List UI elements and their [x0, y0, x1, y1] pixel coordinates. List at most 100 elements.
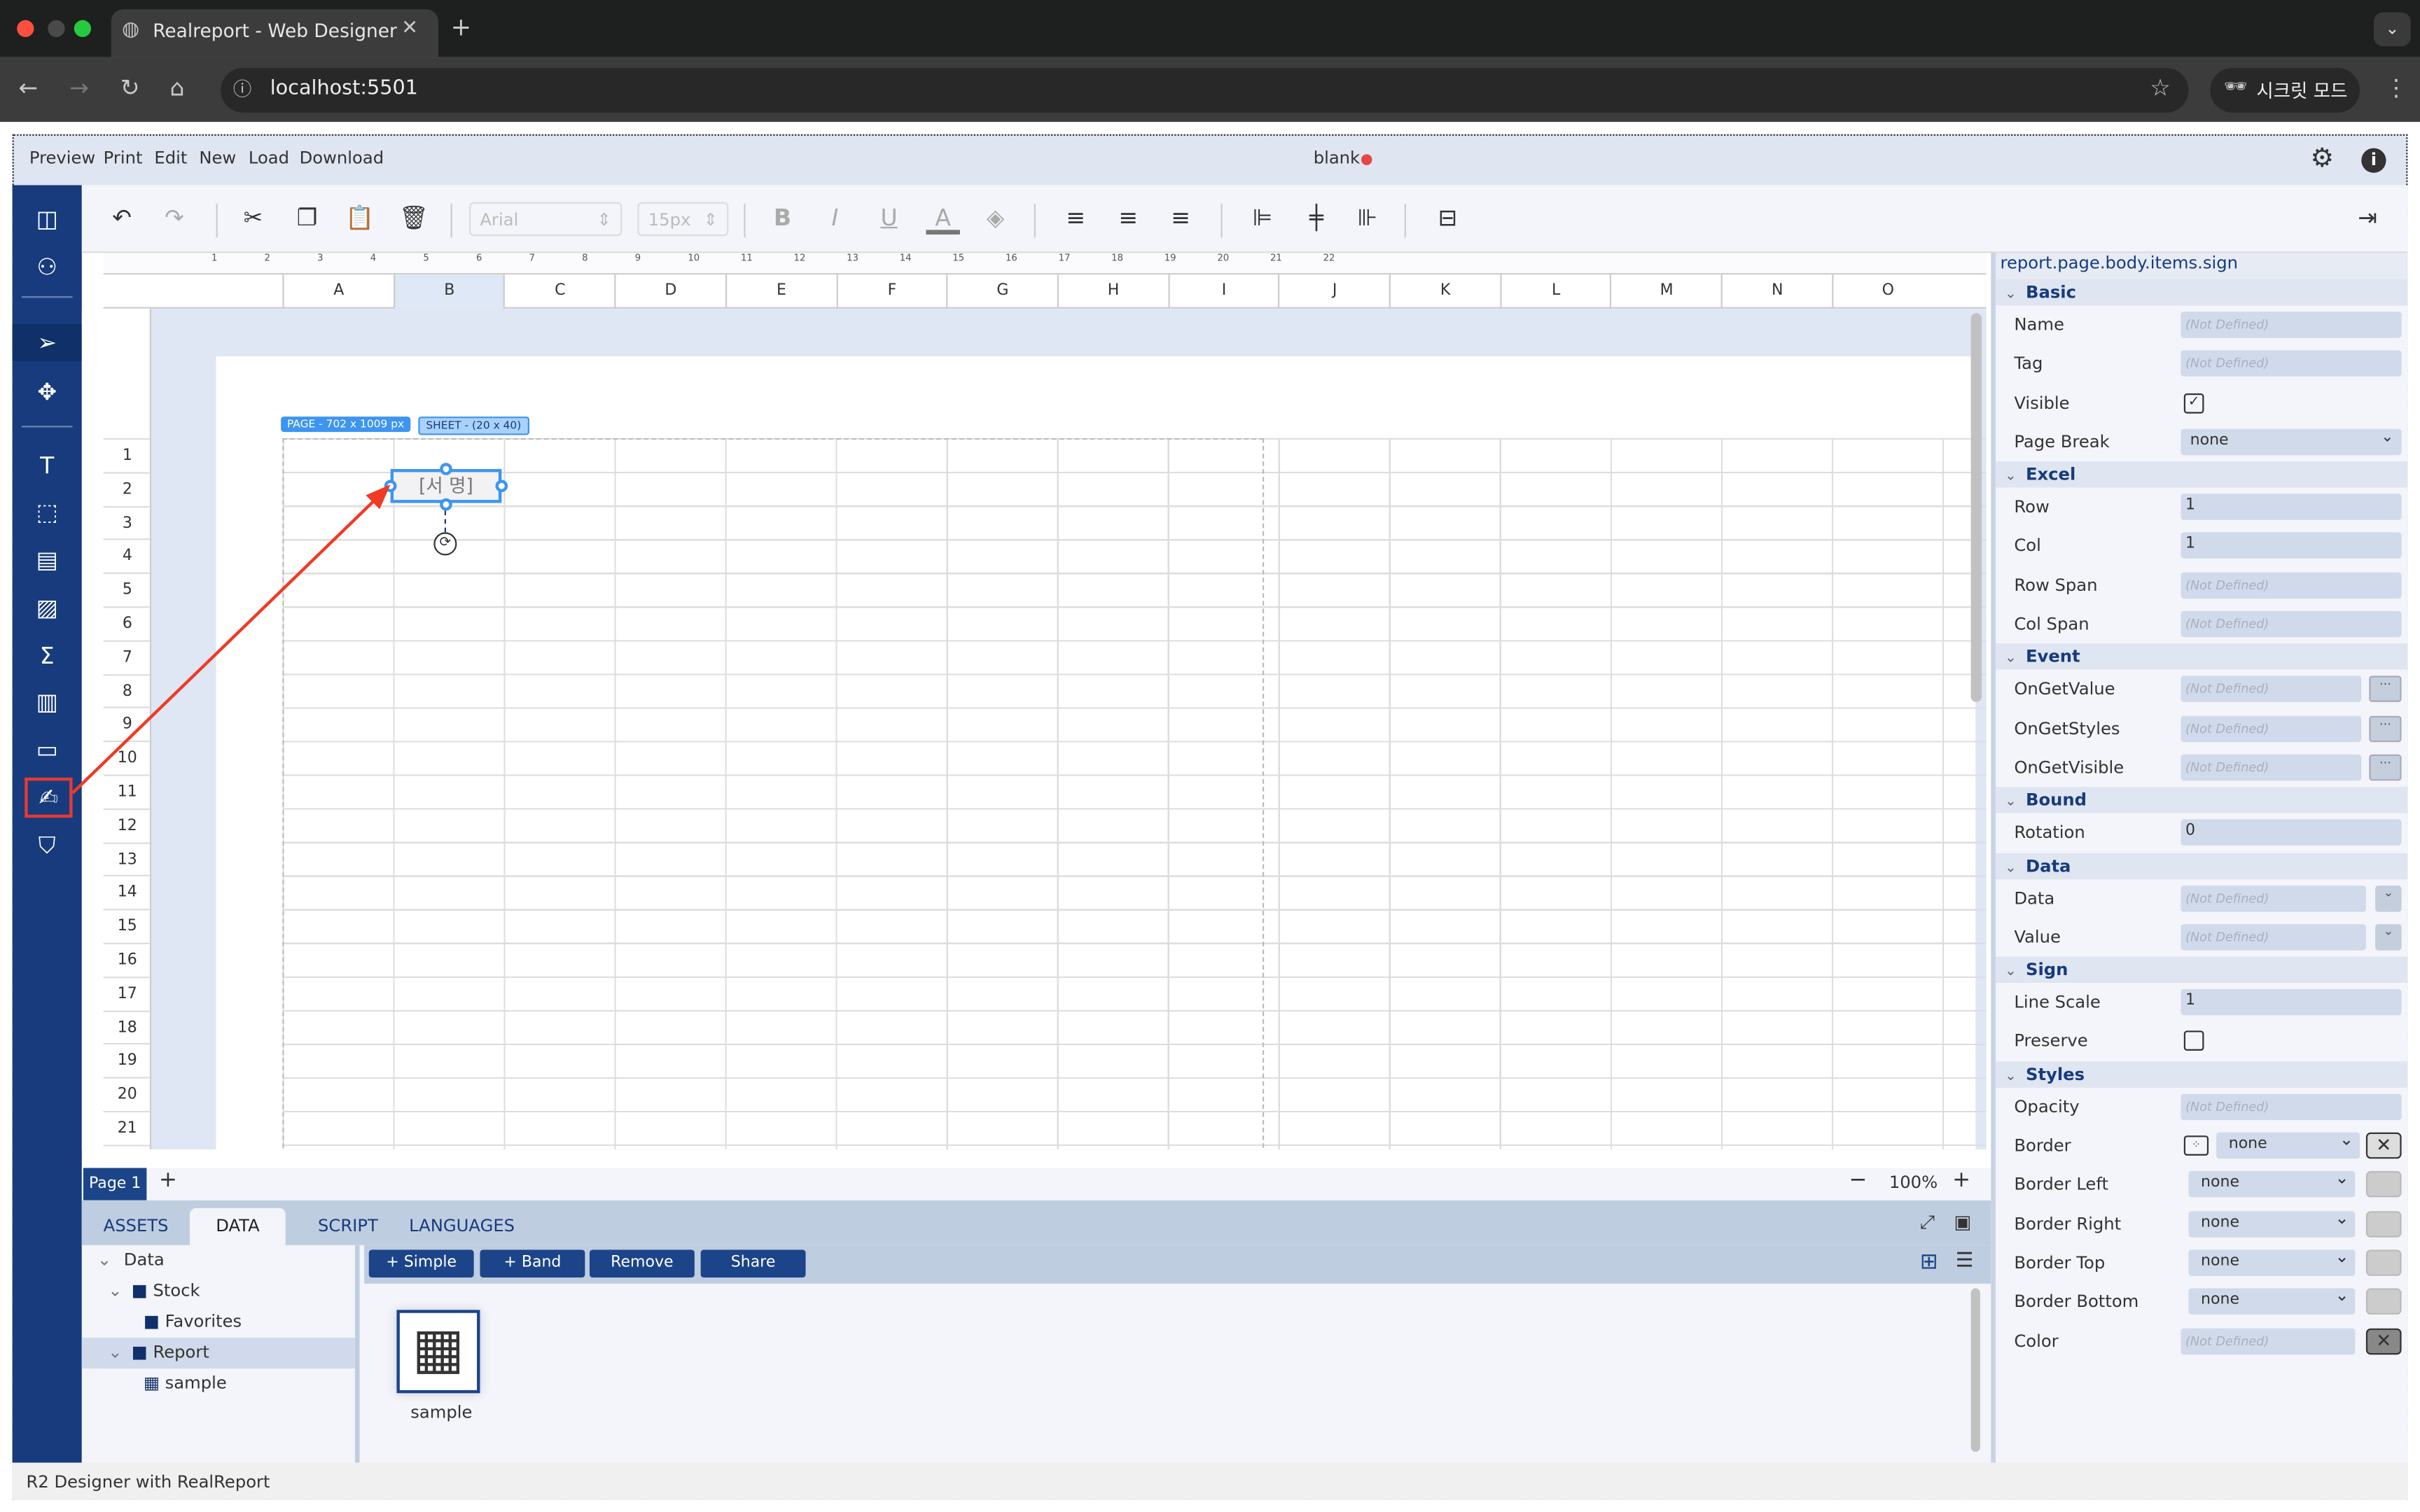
chevron-down-icon[interactable]: ⌄ [2375, 923, 2402, 951]
expand-icon[interactable]: ⤢ [1920, 1211, 1935, 1234]
prop-select[interactable]: none [2188, 1286, 2356, 1315]
chevron-down-icon: ⌄ [2005, 1068, 2017, 1084]
prop-tag: Tag (Not Defined) [1996, 344, 2407, 384]
section-event[interactable]: ⌄ Event [1995, 643, 2408, 671]
prop-on_get_value: OnGetValue (Not Defined) ··· [1996, 670, 2407, 709]
prop-label: Page Break [2014, 431, 2110, 452]
select-value: none [2190, 431, 2229, 449]
color-swatch[interactable] [2365, 1171, 2402, 1198]
status-bar: R2 Designer with RealReport [12, 1462, 2408, 1500]
section-sign[interactable]: ⌄ Sign [1995, 956, 2408, 983]
prop-label: Value [2014, 927, 2061, 948]
color-swatch-none[interactable]: ✕ [2365, 1132, 2402, 1159]
zoom-in-button[interactable]: + [1952, 1168, 1970, 1193]
prop-row_span: Row Span (Not Defined) [1996, 566, 2407, 605]
prop-input[interactable]: 0 [2181, 819, 2402, 846]
remove-button[interactable]: Remove [589, 1250, 695, 1278]
prop-input[interactable]: (Not Defined) [2181, 923, 2366, 951]
prop-select[interactable]: none [2216, 1130, 2360, 1159]
prop-label: OnGetValue [2014, 679, 2115, 700]
chevron-down-icon: ⌄ [97, 1250, 112, 1270]
prop-label: Col Span [2014, 614, 2089, 635]
prop-select[interactable]: none [2188, 1168, 2356, 1198]
tree-item-sample[interactable]: ▦ sample [82, 1368, 355, 1399]
prop-input[interactable]: (Not Defined) [2181, 885, 2366, 911]
prop-input[interactable]: 1 [2181, 989, 2402, 1016]
prop-label: Row Span [2014, 575, 2098, 596]
prop-label: Col [2014, 536, 2041, 556]
share-button[interactable]: Share [700, 1250, 806, 1278]
list-view-icon[interactable]: ☰ [1956, 1250, 1974, 1273]
prop-label: Visible [2014, 393, 2070, 413]
tab-data[interactable]: DATA [190, 1208, 286, 1245]
prop-input[interactable]: (Not Defined) [2181, 676, 2362, 703]
prop-select[interactable]: none [2188, 1208, 2356, 1237]
prop-line_scale: Line Scale 1 [1996, 983, 2407, 1022]
prop-input[interactable]: (Not Defined) [2181, 1327, 2356, 1354]
edit-script-button[interactable]: ··· [2369, 754, 2402, 781]
prop-label: Data [2014, 888, 2055, 909]
prop-label: OnGetVisible [2014, 757, 2125, 778]
tree-item-stock[interactable]: ⌄ ■ Stock [82, 1276, 355, 1307]
section-styles[interactable]: ⌄ Styles [1995, 1060, 2408, 1088]
section-title: Sign [2025, 960, 2068, 980]
prop-input[interactable]: (Not Defined) [2181, 1093, 2402, 1120]
chevron-down-icon: ⌄ [2005, 286, 2017, 303]
bottom-panel: ASSETS DATA SCRIPT LANGUAGES ⤢ ▣ ⌄ Data ⌄… [81, 1200, 1991, 1463]
edit-script-button[interactable]: ··· [2369, 676, 2402, 703]
asset-sample-calculator-icon[interactable]: ▦ [396, 1310, 480, 1394]
prop-label: Rotation [2014, 822, 2085, 844]
prop-label: Border Bottom [2014, 1292, 2139, 1312]
prop-label: Border Left [2014, 1175, 2108, 1195]
tree-label: Report [153, 1342, 209, 1363]
tree-item-favorites[interactable]: ■ Favorites [82, 1307, 355, 1338]
tab-languages[interactable]: LANGUAGES [409, 1216, 515, 1236]
checkbox[interactable] [2183, 1031, 2204, 1051]
page-tab-1[interactable]: Page 1 [83, 1168, 147, 1200]
prop-border_bottom: Border Bottom none [1996, 1282, 2407, 1322]
prop-border_top: Border Top none [1996, 1243, 2407, 1282]
tree-label: Data [123, 1250, 165, 1270]
color-swatch[interactable] [2365, 1210, 2402, 1237]
prop-visible: Visible ✓ [1996, 384, 2407, 423]
add-band-button[interactable]: + Band [480, 1250, 585, 1278]
color-swatch-none[interactable]: ✕ [2365, 1327, 2402, 1354]
section-title: Styles [2025, 1064, 2085, 1084]
color-swatch[interactable] [2365, 1288, 2402, 1315]
edit-script-button[interactable]: ··· [2369, 715, 2402, 742]
checkbox[interactable]: ✓ [2183, 393, 2204, 413]
prop-input[interactable]: (Not Defined) [2181, 572, 2402, 598]
prop-input[interactable]: 1 [2181, 533, 2402, 559]
prop-select[interactable]: none ⌄ [2181, 428, 2402, 455]
prop-input[interactable]: (Not Defined) [2181, 715, 2362, 742]
tree-item-data[interactable]: ⌄ Data [82, 1245, 355, 1276]
tab-script[interactable]: SCRIPT [318, 1216, 378, 1236]
section-data[interactable]: ⌄ Data [1995, 852, 2408, 879]
prop-label: Tag [2014, 354, 2043, 374]
panel-toggle-icon[interactable]: ▣ [1954, 1211, 1971, 1233]
section-basic[interactable]: ⌄ Basic [1995, 279, 2408, 306]
color-swatch[interactable] [2365, 1250, 2402, 1276]
properties-panel: report.page.body.items.sign ⌄ Basic Name (N… [1991, 253, 2408, 1463]
prop-on_get_styles: OnGetStyles (Not Defined) ··· [1996, 709, 2407, 748]
prop-input[interactable]: (Not Defined) [2181, 754, 2362, 781]
add-page-button[interactable]: + [159, 1168, 177, 1193]
add-simple-button[interactable]: + Simple [368, 1250, 474, 1278]
border-style-icon[interactable]: ⁘ [2183, 1135, 2209, 1156]
tree-item-report[interactable]: ⌄ ■ Report [81, 1337, 355, 1369]
prop-input[interactable]: 1 [2181, 493, 2402, 521]
prop-border: Border ⁘ none✕ [1996, 1126, 2407, 1166]
section-excel[interactable]: ⌄ Excel [1995, 461, 2408, 488]
zoom-out-button[interactable]: − [1849, 1168, 1868, 1193]
chevron-down-icon[interactable]: ⌄ [2375, 885, 2402, 911]
section-bound[interactable]: ⌄ Bound [1995, 787, 2408, 814]
assets-scrollbar[interactable] [1970, 1288, 1980, 1452]
section-title: Bound [2025, 790, 2087, 811]
zoom-level: 100% [1889, 1172, 1938, 1193]
prop-input[interactable]: (Not Defined) [2181, 350, 2402, 377]
grid-view-icon[interactable]: ⊞ [1920, 1250, 1938, 1274]
tab-assets[interactable]: ASSETS [104, 1216, 169, 1236]
prop-input[interactable]: (Not Defined) [2181, 312, 2402, 338]
prop-input[interactable]: (Not Defined) [2181, 610, 2402, 638]
prop-select[interactable]: none [2188, 1247, 2356, 1276]
